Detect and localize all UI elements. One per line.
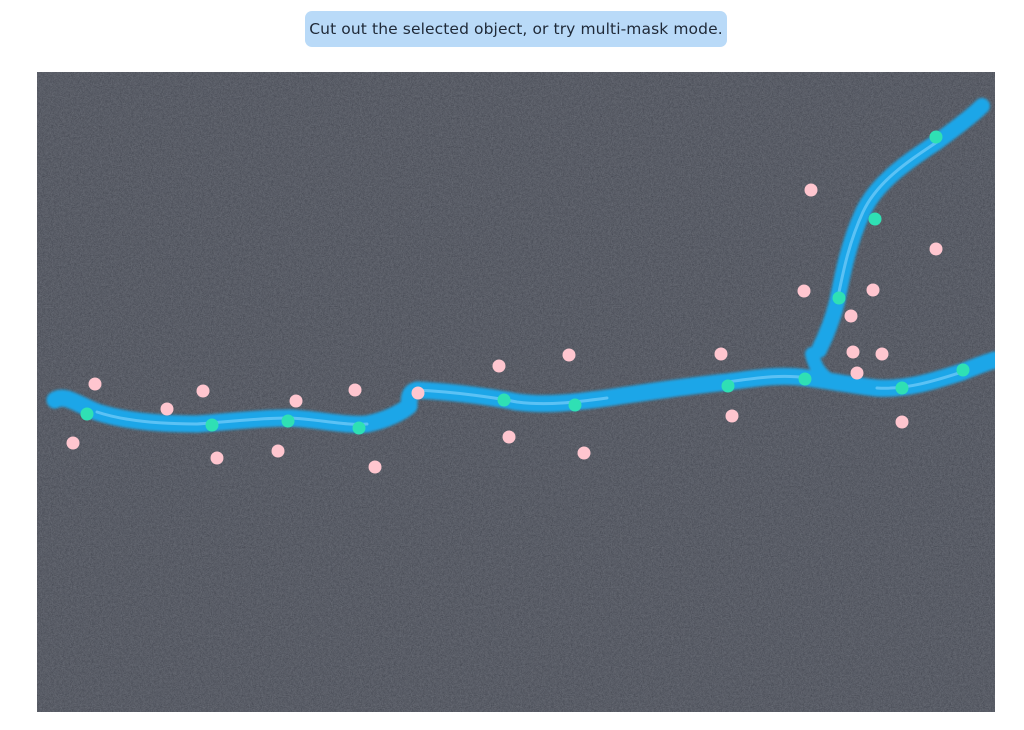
exclude-point[interactable] (411, 386, 425, 400)
exclude-point[interactable] (160, 402, 174, 416)
exclude-point[interactable] (844, 309, 858, 323)
exclude-point[interactable] (714, 347, 728, 361)
toolbar: Cut out the selected object, or try mult… (0, 0, 1024, 60)
include-point[interactable] (568, 398, 582, 412)
exclude-point[interactable] (66, 436, 80, 450)
exclude-point[interactable] (804, 183, 818, 197)
exclude-point[interactable] (289, 394, 303, 408)
exclude-point[interactable] (725, 409, 739, 423)
exclude-point[interactable] (895, 415, 909, 429)
exclude-point[interactable] (348, 383, 362, 397)
instruction-hint: Cut out the selected object, or try mult… (305, 11, 727, 47)
include-point[interactable] (868, 212, 882, 226)
include-point[interactable] (497, 393, 511, 407)
exclude-point[interactable] (562, 348, 576, 362)
include-point[interactable] (281, 414, 295, 428)
segmentation-canvas[interactable] (37, 72, 995, 712)
include-point[interactable] (205, 418, 219, 432)
include-point[interactable] (721, 379, 735, 393)
exclude-point[interactable] (797, 284, 811, 298)
image-canvas[interactable] (37, 72, 995, 712)
include-point[interactable] (895, 381, 909, 395)
exclude-point[interactable] (875, 347, 889, 361)
include-point[interactable] (798, 372, 812, 386)
exclude-point[interactable] (929, 242, 943, 256)
exclude-point[interactable] (850, 366, 864, 380)
exclude-point[interactable] (368, 460, 382, 474)
include-point[interactable] (956, 363, 970, 377)
exclude-point[interactable] (271, 444, 285, 458)
exclude-point[interactable] (210, 451, 224, 465)
exclude-point[interactable] (492, 359, 506, 373)
exclude-point[interactable] (502, 430, 516, 444)
exclude-point[interactable] (88, 377, 102, 391)
exclude-point[interactable] (196, 384, 210, 398)
exclude-point[interactable] (866, 283, 880, 297)
include-point[interactable] (929, 130, 943, 144)
exclude-point[interactable] (846, 345, 860, 359)
exclude-point[interactable] (577, 446, 591, 460)
include-point[interactable] (832, 291, 846, 305)
include-point[interactable] (80, 407, 94, 421)
include-point[interactable] (352, 421, 366, 435)
